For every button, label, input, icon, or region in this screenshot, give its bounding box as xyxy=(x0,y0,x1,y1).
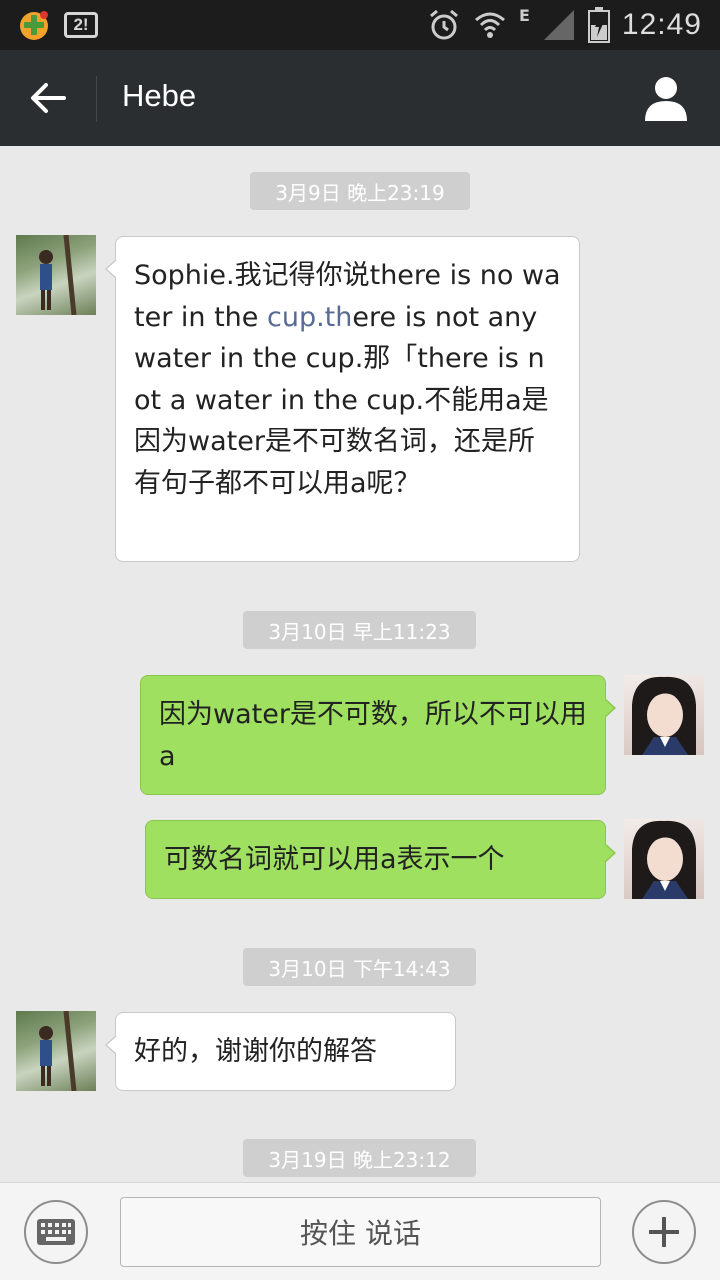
message-text: 可数名词就可以用a表示一个 xyxy=(164,844,505,875)
timestamp: 3月10日 早上11:23 xyxy=(243,611,476,649)
signal-icon xyxy=(543,10,574,40)
title-divider xyxy=(96,76,97,122)
alarm-icon xyxy=(430,9,458,40)
message-bubble-outgoing[interactable]: 可数名词就可以用a表示一个 xyxy=(145,820,616,899)
wifi-icon xyxy=(475,12,505,38)
message-text: 好的，谢谢你的解答 xyxy=(134,1036,377,1067)
input-bar: 按住 说话 xyxy=(0,1182,720,1280)
plus-icon xyxy=(649,1217,679,1247)
friend-avatar[interactable] xyxy=(16,1011,96,1091)
hold-to-talk-button[interactable]: 按住 说话 xyxy=(120,1197,601,1267)
notification-badge-icon: 2! xyxy=(64,12,98,38)
message-bubble-outgoing[interactable]: 因为water是不可数，所以不可以用a xyxy=(140,675,616,795)
friend-avatar[interactable] xyxy=(16,235,96,315)
more-options-button[interactable] xyxy=(632,1200,696,1264)
friend-photo-icon xyxy=(39,235,77,315)
keyboard-icon xyxy=(37,1219,75,1245)
message-text: 因为water是不可数，所以不可以用a xyxy=(159,699,587,772)
back-arrow-icon xyxy=(31,83,66,113)
keyboard-toggle-button[interactable] xyxy=(24,1200,88,1264)
timestamp: 3月19日 晚上23:12 xyxy=(243,1139,476,1177)
message-link[interactable]: cup.th xyxy=(267,302,352,333)
my-photo-icon xyxy=(632,676,696,755)
timestamp: 3月9日 晚上23:19 xyxy=(250,172,470,210)
message-bubble-incoming[interactable]: Sophie.我记得你说there is no water in the cup… xyxy=(105,236,580,562)
game-app-icon xyxy=(16,8,52,42)
chat-title: Hebe xyxy=(122,78,197,113)
clock: 12:49 xyxy=(621,8,702,41)
my-avatar[interactable] xyxy=(624,819,704,899)
network-type: E xyxy=(518,6,530,25)
friend-photo-icon xyxy=(39,1011,77,1091)
person-icon xyxy=(645,77,687,121)
chat-area[interactable]: 3月9日 晚上23:19 Sophie.我记得你说there is no wat… xyxy=(0,146,720,1182)
chat-info-button[interactable] xyxy=(642,74,690,124)
timestamp: 3月10日 下午14:43 xyxy=(243,948,476,986)
status-bar: 2! E 12:49 xyxy=(0,0,720,50)
title-bar: Hebe xyxy=(0,50,720,146)
my-avatar[interactable] xyxy=(624,675,704,755)
back-button[interactable] xyxy=(20,72,76,124)
message-bubble-incoming[interactable]: 好的，谢谢你的解答 xyxy=(105,1012,456,1091)
battery-icon xyxy=(587,7,610,43)
my-photo-icon xyxy=(632,820,696,899)
